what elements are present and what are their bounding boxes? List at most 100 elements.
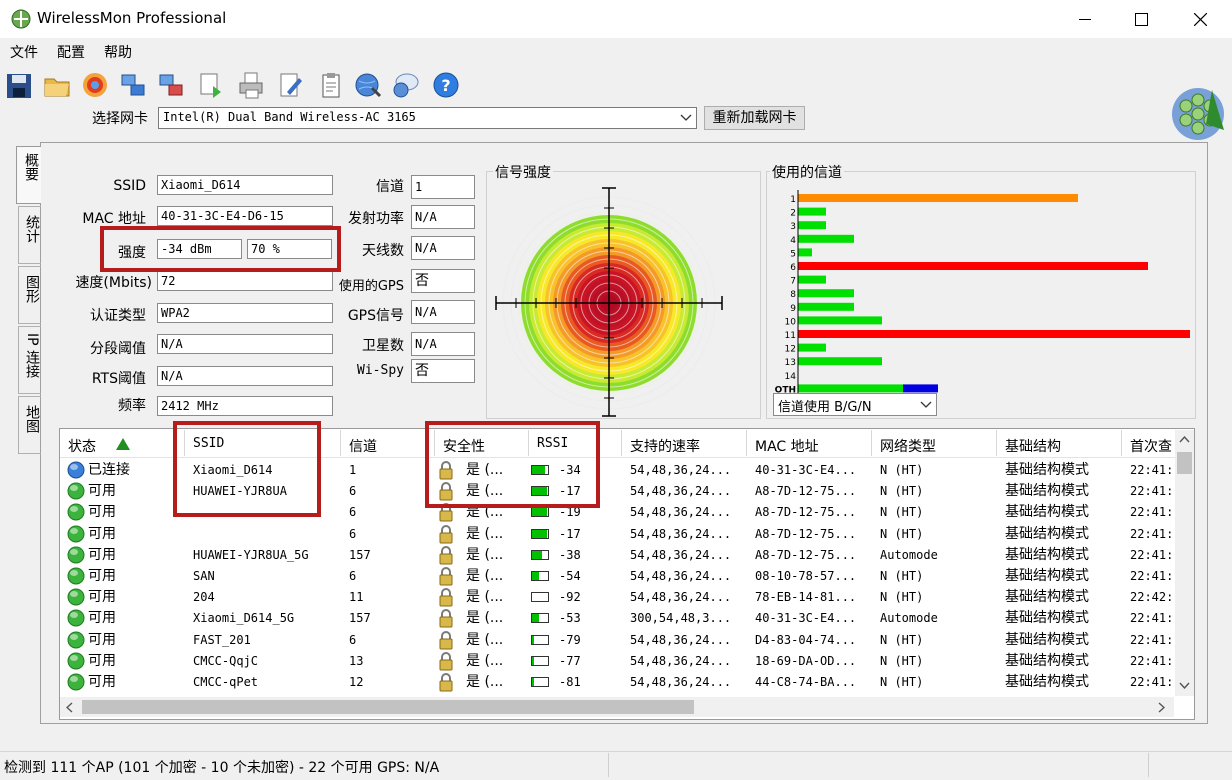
col-header-nettype[interactable]: 网络类型 bbox=[880, 436, 936, 456]
tab-stats[interactable]: 统计 bbox=[18, 206, 41, 264]
strength-percent-field: 70 % bbox=[247, 239, 332, 259]
cell-rates: 54,48,36,24... bbox=[630, 675, 732, 689]
rssi-meter bbox=[531, 655, 549, 666]
horizontal-scroll-thumb[interactable] bbox=[82, 700, 694, 714]
vertical-scroll-thumb[interactable] bbox=[1177, 452, 1192, 474]
network-blue-icon[interactable] bbox=[119, 70, 147, 100]
cell-rssi: -17 bbox=[559, 526, 581, 541]
col-header-firstseen[interactable]: 首次查 bbox=[1130, 436, 1174, 456]
cell-rates: 54,48,36,24... bbox=[630, 590, 732, 605]
channel-tick-label: 8 bbox=[790, 290, 796, 300]
maximize-button[interactable] bbox=[1118, 0, 1164, 38]
horizontal-scrollbar[interactable] bbox=[60, 697, 1174, 717]
scroll-left-icon[interactable] bbox=[66, 702, 73, 713]
gps-signal-label: GPS信号 bbox=[347, 308, 404, 324]
lock-icon bbox=[439, 651, 453, 671]
scroll-up-icon[interactable] bbox=[1179, 436, 1190, 443]
record-icon[interactable] bbox=[81, 70, 109, 100]
lock-icon bbox=[439, 567, 453, 586]
rssi-meter bbox=[531, 528, 549, 539]
lock-icon bbox=[439, 545, 453, 565]
col-header-channel[interactable]: 信道 bbox=[349, 436, 377, 456]
col-sep bbox=[1121, 430, 1122, 456]
channel-bar bbox=[798, 194, 1078, 202]
network-red-icon[interactable] bbox=[157, 70, 185, 100]
menu-bar: 文件 配置 帮助 bbox=[0, 38, 1232, 64]
scroll-down-icon[interactable] bbox=[1179, 682, 1190, 689]
available-status-icon bbox=[67, 652, 85, 670]
minimize-button[interactable] bbox=[1062, 0, 1108, 38]
channel-mode-select[interactable]: 信道使用 B/G/N bbox=[773, 393, 937, 416]
help-icon[interactable]: ? bbox=[432, 70, 460, 100]
rssi-meter-fill bbox=[532, 508, 548, 517]
available-status-icon bbox=[67, 482, 85, 500]
cell-rates: 54,48,36,24... bbox=[630, 484, 732, 499]
chat-globe-icon[interactable] bbox=[392, 70, 420, 100]
adapter-select[interactable]: Intel(R) Dual Band Wireless-AC 3165 bbox=[158, 107, 697, 129]
mac-field: 40-31-3C-E4-D6-15 bbox=[157, 206, 333, 226]
lock-icon bbox=[439, 503, 453, 522]
cell-rssi: -38 bbox=[559, 547, 581, 562]
reload-adapter-button[interactable]: 重新加载网卡 bbox=[704, 106, 805, 130]
cell-status: 已连接 bbox=[88, 462, 130, 478]
rssi-meter-fill bbox=[532, 487, 548, 496]
print-icon[interactable] bbox=[237, 70, 265, 100]
rssi-meter-fill bbox=[532, 529, 548, 538]
available-status-icon bbox=[67, 588, 85, 606]
tab-graph[interactable]: 图形 bbox=[18, 266, 41, 324]
lock-icon bbox=[439, 482, 453, 501]
cell-security: 是 (... bbox=[466, 504, 504, 521]
col-header-infra[interactable]: 基础结构 bbox=[1005, 436, 1061, 456]
sort-ascending-icon[interactable] bbox=[116, 438, 130, 450]
globe-icon[interactable] bbox=[354, 70, 382, 100]
menu-help[interactable]: 帮助 bbox=[104, 42, 132, 62]
cell-status: 可用 bbox=[88, 483, 116, 500]
channel-tick-label: 10 bbox=[785, 317, 797, 327]
cell-status: 可用 bbox=[88, 525, 116, 542]
print-preview-icon[interactable] bbox=[197, 70, 225, 100]
cell-mac: 18-69-DA-OD... bbox=[755, 653, 857, 668]
vertical-scrollbar[interactable] bbox=[1175, 430, 1194, 696]
close-button[interactable] bbox=[1176, 0, 1226, 38]
menu-config[interactable]: 配置 bbox=[57, 42, 85, 62]
cell-mac: 08-10-78-57... bbox=[755, 569, 857, 583]
col-header-mac[interactable]: MAC 地址 bbox=[755, 436, 819, 456]
channel-bar bbox=[798, 343, 826, 352]
tab-summary[interactable]: 概要 bbox=[16, 146, 41, 204]
col-header-ssid[interactable]: SSID bbox=[193, 436, 224, 451]
col-header-security[interactable]: 安全性 bbox=[443, 436, 485, 456]
cell-channel: 157 bbox=[349, 611, 371, 626]
ssid-field: Xiaomi_D614 bbox=[157, 175, 333, 195]
channel-tick-label: 9 bbox=[790, 304, 796, 314]
channel-bar bbox=[798, 302, 854, 311]
svg-text:?: ? bbox=[441, 76, 450, 95]
available-status-icon bbox=[67, 525, 85, 543]
menu-file[interactable]: 文件 bbox=[10, 42, 38, 62]
rssi-meter-fill bbox=[532, 466, 545, 474]
rssi-meter bbox=[531, 571, 549, 581]
lock-icon bbox=[439, 588, 453, 607]
tab-map[interactable]: 地图 bbox=[18, 396, 41, 454]
channel-tick-label: 1 bbox=[790, 195, 796, 205]
adapter-label: 选择网卡 bbox=[92, 111, 148, 127]
cell-first-seen: 22:41: bbox=[1130, 632, 1174, 647]
cell-infra: 基础结构模式 bbox=[1005, 462, 1089, 478]
adapter-select-value: Intel(R) Dual Band Wireless-AC 3165 bbox=[163, 110, 416, 124]
cell-ssid: CMCC-QqjC bbox=[193, 653, 259, 668]
channel-tick-label: 11 bbox=[785, 331, 796, 341]
cell-nettype: N (HT) bbox=[880, 505, 924, 520]
clipboard-icon[interactable] bbox=[317, 70, 345, 100]
scroll-right-icon[interactable] bbox=[1158, 702, 1165, 713]
rssi-meter bbox=[531, 549, 549, 560]
edit-icon[interactable] bbox=[277, 70, 305, 100]
col-header-rssi[interactable]: RSSI bbox=[537, 436, 568, 451]
col-header-rates[interactable]: 支持的速率 bbox=[630, 436, 700, 456]
tab-ip-connection[interactable]: IP 连接 bbox=[18, 326, 41, 394]
chevron-down-icon bbox=[680, 114, 692, 121]
open-folder-icon[interactable] bbox=[43, 70, 71, 100]
channel-bar bbox=[798, 275, 826, 284]
channel-bar-segment bbox=[903, 384, 938, 393]
cell-nettype: Automode bbox=[880, 547, 938, 562]
col-header-status[interactable]: 状态 bbox=[68, 436, 96, 456]
save-icon[interactable] bbox=[5, 70, 33, 100]
